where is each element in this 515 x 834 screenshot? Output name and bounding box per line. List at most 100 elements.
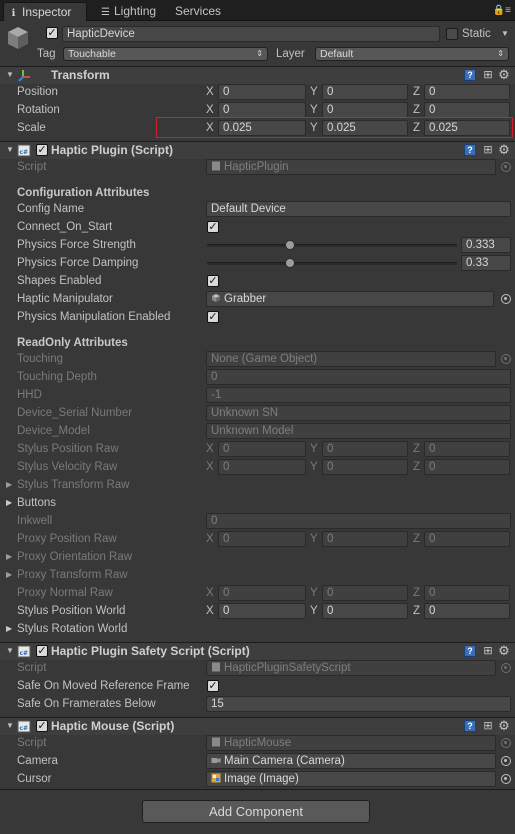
- preset-icon[interactable]: ⊞: [482, 69, 494, 81]
- fold-arrow-icon[interactable]: ▼: [6, 145, 14, 154]
- preset-icon[interactable]: ⊞: [482, 720, 494, 732]
- proxy-transform-raw-foldout[interactable]: Proxy Transform Raw: [17, 568, 128, 582]
- foldout-arrow-icon[interactable]: ▶: [6, 570, 12, 579]
- script-label: Script: [17, 737, 47, 749]
- axis-y-label: Y: [310, 104, 318, 116]
- object-name-field[interactable]: HapticDevice: [62, 26, 440, 42]
- static-checkbox[interactable]: [446, 28, 458, 40]
- preset-icon[interactable]: ⊞: [482, 144, 494, 156]
- tab-menu-icon[interactable]: 🔒≡: [493, 5, 511, 16]
- layer-dropdown[interactable]: Default ⇕: [315, 47, 509, 61]
- proxy-normal-raw-label: Proxy Normal Raw: [17, 587, 113, 599]
- foldout-arrow-icon[interactable]: ▶: [6, 498, 12, 507]
- preset-icon[interactable]: ⊞: [482, 645, 494, 657]
- tag-dropdown[interactable]: Touchable ⇕: [63, 47, 268, 61]
- force-strength-slider-thumb[interactable]: [285, 240, 296, 250]
- config-name-field[interactable]: Default Device: [206, 201, 511, 217]
- gear-icon[interactable]: ⚙: [498, 644, 510, 657]
- force-damping-field[interactable]: 0.33: [461, 255, 511, 271]
- camera-icon: [211, 758, 221, 763]
- help-book-icon[interactable]: ?: [464, 720, 476, 732]
- image-icon: [211, 773, 221, 783]
- cursor-label: Cursor: [17, 773, 52, 785]
- connect-on-start-checkbox[interactable]: ✓: [207, 221, 219, 233]
- layer-label: Layer: [276, 48, 305, 60]
- shapes-enabled-label: Shapes Enabled: [17, 275, 102, 287]
- shapes-enabled-checkbox[interactable]: ✓: [207, 275, 219, 287]
- force-damping-slider-thumb[interactable]: [284, 258, 295, 268]
- safety-script-header[interactable]: ▼ c# ✓ Haptic Plugin Safety Script (Scri…: [0, 642, 515, 660]
- rotation-z-field[interactable]: 0: [424, 102, 510, 118]
- safe-on-moved-checkbox[interactable]: ✓: [207, 680, 219, 692]
- gear-icon[interactable]: ⚙: [498, 719, 510, 732]
- buttons-foldout[interactable]: Buttons: [17, 496, 56, 510]
- position-x-field[interactable]: 0: [218, 84, 306, 100]
- component-enabled-checkbox[interactable]: ✓: [36, 144, 48, 156]
- position-y-field[interactable]: 0: [322, 84, 408, 100]
- tag-label: Tag: [37, 48, 56, 60]
- object-picker-icon[interactable]: [501, 294, 511, 304]
- haptic-manipulator-field[interactable]: Grabber: [206, 291, 494, 307]
- axis-y-label: Y: [310, 443, 318, 455]
- scale-label: Scale: [17, 122, 46, 134]
- add-component-button[interactable]: Add Component: [142, 800, 370, 823]
- foldout-arrow-icon[interactable]: ▶: [6, 552, 12, 561]
- touching-field: None (Game Object): [206, 351, 496, 367]
- component-enabled-checkbox[interactable]: ✓: [36, 645, 48, 657]
- cursor-field[interactable]: Image (Image): [206, 771, 496, 787]
- gear-icon[interactable]: ⚙: [498, 143, 510, 156]
- transform-header[interactable]: ▼ Transform ? ⊞ ⚙: [0, 66, 515, 84]
- haptic-plugin-title: Haptic Plugin (Script): [51, 143, 174, 157]
- hhd-field: -1: [206, 387, 511, 403]
- rotation-x-field[interactable]: 0: [218, 102, 306, 118]
- active-checkbox[interactable]: ✓: [46, 27, 58, 39]
- object-picker-icon[interactable]: [501, 774, 511, 784]
- inkwell-field: 0: [206, 513, 511, 529]
- object-picker-icon[interactable]: [501, 756, 511, 766]
- svg-text:c#: c#: [20, 650, 29, 657]
- haptic-mouse-header[interactable]: ▼ c# ✓ Haptic Mouse (Script) ? ⊞ ⚙: [0, 717, 515, 735]
- fold-arrow-icon[interactable]: ▼: [6, 721, 14, 730]
- device-model-label: Device_Model: [17, 425, 90, 437]
- tab-services[interactable]: Services: [171, 2, 231, 21]
- stylus-velocity-raw-z: 0: [424, 459, 510, 475]
- object-header: ✓ HapticDevice Static ▼ Tag Touchable ⇕ L…: [0, 22, 515, 66]
- foldout-arrow-icon[interactable]: ▶: [6, 624, 12, 633]
- axis-z-label: Z: [413, 533, 421, 545]
- proxy-orientation-raw-foldout[interactable]: Proxy Orientation Raw: [17, 550, 132, 564]
- stylus-position-world-x[interactable]: 0: [218, 603, 306, 619]
- force-damping-slider-track[interactable]: [207, 262, 457, 265]
- updown-arrow-icon: ⇕: [497, 49, 504, 58]
- fold-arrow-icon[interactable]: ▼: [6, 70, 14, 79]
- help-book-icon[interactable]: ?: [464, 645, 476, 657]
- rotation-label: Rotation: [17, 104, 60, 116]
- rotation-y-field[interactable]: 0: [322, 102, 408, 118]
- help-book-icon[interactable]: ?: [464, 144, 476, 156]
- component-enabled-checkbox[interactable]: ✓: [36, 720, 48, 732]
- info-icon: ℹ: [11, 8, 16, 19]
- gear-icon[interactable]: ⚙: [498, 68, 510, 81]
- haptic-plugin-header[interactable]: ▼ c# ✓ Haptic Plugin (Script) ? ⊞ ⚙: [0, 141, 515, 159]
- stylus-position-world-y[interactable]: 0: [322, 603, 408, 619]
- static-dropdown-icon[interactable]: ▼: [501, 27, 509, 41]
- stylus-rotation-world-foldout[interactable]: Stylus Rotation World: [17, 622, 127, 636]
- force-strength-slider-track[interactable]: [207, 244, 457, 247]
- fold-arrow-icon[interactable]: ▼: [6, 646, 14, 655]
- safe-on-framerates-field[interactable]: 15: [206, 696, 511, 712]
- haptic-manipulator-label: Haptic Manipulator: [17, 293, 113, 305]
- force-strength-field[interactable]: 0.333: [461, 237, 511, 253]
- tab-inspector[interactable]: ℹ Inspector: [3, 2, 87, 21]
- help-book-icon[interactable]: ?: [464, 69, 476, 81]
- camera-field[interactable]: Main Camera (Camera): [206, 753, 496, 769]
- axis-z-label: Z: [413, 461, 421, 473]
- stylus-position-world-z[interactable]: 0: [424, 603, 510, 619]
- stylus-transform-raw-foldout[interactable]: Stylus Transform Raw: [17, 478, 129, 492]
- stylus-position-raw-label: Stylus Position Raw: [17, 443, 119, 455]
- foldout-arrow-icon[interactable]: ▶: [6, 480, 12, 489]
- position-z-field[interactable]: 0: [424, 84, 510, 100]
- gameobject-icon: [212, 294, 220, 302]
- stylus-position-raw-z: 0: [424, 441, 510, 457]
- physics-manipulation-checkbox[interactable]: ✓: [207, 311, 219, 323]
- config-section-header: Configuration Attributes: [17, 187, 150, 199]
- tab-lighting[interactable]: ☰ Lighting: [96, 2, 166, 21]
